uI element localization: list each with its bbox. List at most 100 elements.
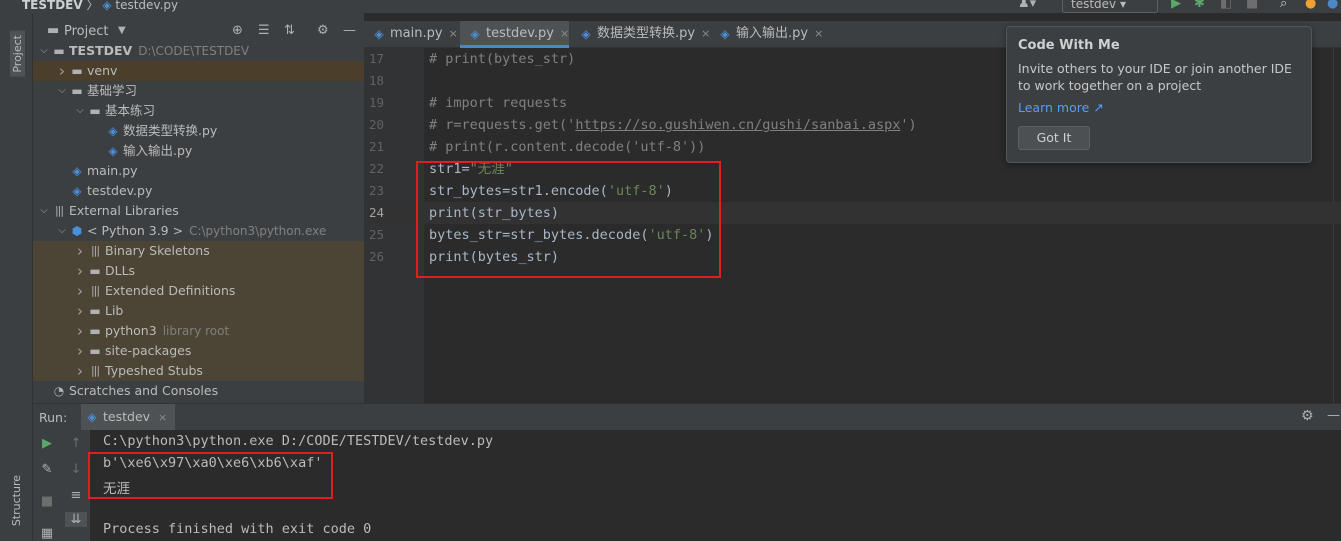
tree-item-label: site-packages	[105, 341, 191, 361]
folder-icon: ▬	[53, 44, 65, 58]
folder-icon: ▬	[89, 304, 101, 318]
chevron-right-icon[interactable]: ›	[74, 281, 86, 301]
python-file-icon: ◈	[72, 164, 82, 178]
close-icon[interactable]: ×	[560, 27, 569, 40]
debug-icon[interactable]: ✱	[1194, 0, 1205, 11]
python-file-icon: ◈	[720, 27, 730, 41]
down-arrow-icon[interactable]: ↓	[67, 462, 85, 477]
folder-icon: ▬	[89, 324, 101, 338]
editor-tab[interactable]: ◈ 输入输出.py ×	[710, 21, 823, 48]
close-icon[interactable]: ×	[701, 27, 710, 40]
project-panel: ▬ Project ▼ ⊕ ☰ ⇅ ⚙ — ⌵ ▬ TESTDEV D:\CODE\T…	[33, 13, 364, 403]
tree-item[interactable]: ◈ 数据类型转换.py	[33, 121, 364, 141]
user-icon[interactable]: ♟▾	[1018, 0, 1036, 11]
chevron-right-icon[interactable]: ›	[74, 241, 86, 261]
editor-tab[interactable]: ◈ 数据类型转换.py ×	[571, 21, 710, 48]
tree-item[interactable]: › ||| Extended Definitions	[33, 281, 364, 301]
tree-item[interactable]: › ▬ venv	[33, 61, 364, 81]
stop-icon[interactable]: ■	[1246, 0, 1258, 11]
tree-item[interactable]: ◔ Scratches and Consoles	[33, 381, 364, 401]
up-arrow-icon[interactable]: ↑	[67, 436, 85, 451]
close-icon[interactable]: ×	[449, 27, 458, 40]
close-icon[interactable]: ×	[158, 411, 167, 424]
expand-all-icon[interactable]: ☰	[258, 23, 270, 38]
python-file-icon: ◈	[470, 27, 480, 41]
gear-icon[interactable]: ⚙	[1301, 408, 1314, 424]
tree-item-label: Typeshed Stubs	[105, 361, 203, 381]
wrench-icon[interactable]: ✎	[38, 462, 56, 477]
scroll-to-end-icon[interactable]: ⇊	[65, 512, 87, 527]
locate-icon[interactable]: ⊕	[232, 23, 243, 38]
tree-item[interactable]: › ||| Binary Skeletons	[33, 241, 364, 261]
tree-item[interactable]: › ||| Typeshed Stubs	[33, 361, 364, 381]
settings-icon[interactable]: ●	[1327, 0, 1338, 11]
breadcrumb-project[interactable]: TESTDEV	[22, 0, 83, 12]
tree-item[interactable]: › ▬ DLLs	[33, 261, 364, 281]
close-icon[interactable]: ×	[814, 27, 823, 40]
tree-item[interactable]: ⌵ ⬢ < Python 3.9 > C:\python3\python.exe	[33, 221, 364, 241]
soft-wrap-icon[interactable]: ≡	[67, 488, 85, 503]
tree-item-label: Lib	[105, 301, 123, 321]
chevron-down-icon[interactable]: ⌵	[38, 201, 50, 221]
coverage-icon[interactable]: ◧	[1220, 0, 1232, 11]
stop-icon[interactable]: ■	[38, 494, 56, 509]
tree-item[interactable]: ⌵ ||| External Libraries	[33, 201, 364, 221]
tree-item[interactable]: ⌵ ▬ 基本练习	[33, 101, 364, 121]
tree-item-label: 输入输出.py	[123, 141, 192, 161]
chevron-down-icon[interactable]: ⌵	[56, 81, 68, 101]
line-number: 19	[368, 95, 384, 110]
run-config-selector[interactable]: testdev ▾	[1062, 0, 1158, 13]
learn-more-link[interactable]: Learn more ↗	[1018, 100, 1104, 115]
scratch-icon: ◔	[53, 384, 65, 398]
chevron-right-icon[interactable]: ›	[74, 261, 86, 281]
project-tool-tab[interactable]: Project	[10, 31, 25, 77]
collapse-all-icon[interactable]: ⇅	[284, 23, 295, 38]
tree-item-label: Scratches and Consoles	[69, 381, 218, 401]
tree-item-path: C:\python3\python.exe	[189, 224, 327, 238]
chevron-right-icon[interactable]: ›	[74, 361, 86, 381]
console-line: Process finished with exit code 0	[103, 521, 372, 537]
chevron-down-icon[interactable]: ⌵	[74, 101, 86, 121]
breadcrumb-file[interactable]: testdev.py	[115, 0, 178, 12]
run-toolbar: ▶ ↑ ✎ ↓ ■ ≡ ⇊ ▦	[33, 430, 90, 541]
got-it-button[interactable]: Got It	[1018, 126, 1090, 150]
breadcrumb[interactable]: TESTDEV 〉 ◈ testdev.py	[22, 0, 178, 13]
run-tab-testdev[interactable]: ◈ testdev ×	[81, 404, 176, 431]
gear-icon[interactable]: ⚙	[317, 23, 329, 38]
tree-item-path: library root	[162, 324, 230, 338]
hide-icon[interactable]: —	[343, 23, 356, 38]
tree-item[interactable]: › ▬ site-packages	[33, 341, 364, 361]
line-number: 22	[368, 161, 384, 176]
chevron-right-icon[interactable]: ›	[74, 321, 86, 341]
chevron-right-icon[interactable]: ›	[56, 61, 68, 81]
chevron-down-icon[interactable]: ⌵	[56, 221, 68, 241]
update-icon[interactable]: ●	[1305, 0, 1316, 11]
hide-icon[interactable]: —	[1327, 408, 1340, 423]
chevron-down-icon[interactable]: ⌵	[38, 41, 50, 61]
tree-item[interactable]: ◈ 输入输出.py	[33, 141, 364, 161]
tree-item[interactable]: › ▬ python3 library root	[33, 321, 364, 341]
structure-tool-tab[interactable]: Structure	[10, 475, 23, 526]
line-number: 17	[368, 51, 384, 66]
search-icon[interactable]: ⌕	[1280, 0, 1287, 11]
layout-icon[interactable]: ▦	[38, 526, 56, 541]
code-token: https://so.gushiwen.cn/gushi/sanbai.aspx	[575, 117, 901, 133]
tree-item[interactable]: ⌵ ▬ 基础学习	[33, 81, 364, 101]
tree-item[interactable]: ◈ main.py	[33, 161, 364, 181]
run-label: Run:	[39, 410, 68, 425]
editor-tab[interactable]: ◈ testdev.py ×	[460, 21, 570, 48]
tree-item[interactable]: ⌵ ▬ TESTDEV D:\CODE\TESTDEV	[33, 41, 364, 61]
tree-item[interactable]: ◈ testdev.py	[33, 181, 364, 201]
chevron-right-icon[interactable]: ›	[74, 301, 86, 321]
breadcrumb-separator: 〉	[86, 0, 99, 12]
editor-tab[interactable]: ◈ main.py ×	[364, 21, 458, 48]
chevron-down-icon[interactable]: ▼	[118, 25, 126, 36]
run-icon[interactable]: ▶	[1171, 0, 1181, 11]
tree-item-label: External Libraries	[69, 201, 179, 221]
project-panel-title[interactable]: Project	[64, 24, 108, 39]
chevron-right-icon[interactable]: ›	[74, 341, 86, 361]
code-text: # import requests	[429, 92, 567, 114]
rerun-icon[interactable]: ▶	[38, 436, 56, 451]
library-icon: |||	[54, 204, 64, 217]
tree-item[interactable]: › ▬ Lib	[33, 301, 364, 321]
